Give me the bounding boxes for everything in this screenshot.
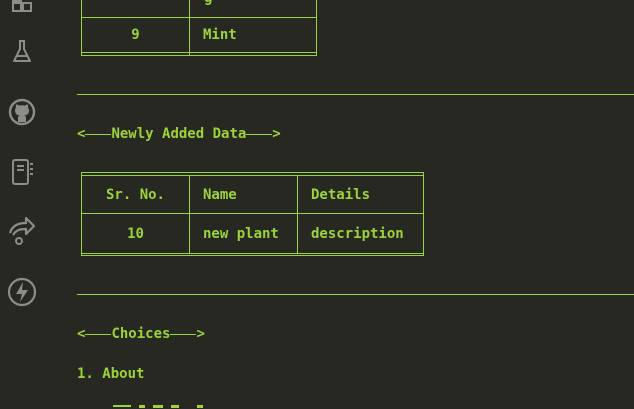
cut-off-line xyxy=(77,404,227,409)
activity-bar: 1 xyxy=(0,0,44,409)
table-cell: g xyxy=(204,0,212,7)
arrow-left: < xyxy=(77,126,86,142)
notebook-icon[interactable] xyxy=(6,156,38,188)
share-icon[interactable] xyxy=(6,214,38,246)
choice-item-about: 1. About xyxy=(77,366,145,382)
newly-added-heading: < Newly Added Data > xyxy=(77,124,281,144)
table-cell-sr: 9 xyxy=(131,27,140,43)
horizontal-rule xyxy=(77,294,634,295)
horizontal-rule xyxy=(77,94,634,95)
arrow-right: > xyxy=(272,126,281,142)
arrow-right: > xyxy=(196,326,205,342)
flask-icon[interactable] xyxy=(6,36,38,68)
github-icon[interactable] xyxy=(6,96,38,128)
column-header-sr-no: Sr. No. xyxy=(105,186,165,203)
column-header-name: Name xyxy=(203,186,237,203)
lightning-icon[interactable] xyxy=(6,276,38,308)
choices-heading: < Choices > xyxy=(77,324,205,344)
column-header-details: Details xyxy=(311,186,371,203)
extensions-icon[interactable]: 1 xyxy=(6,0,38,18)
newly-added-table: Sr. No. Name Details 10 new plant descri… xyxy=(81,172,424,256)
table-cell-name: Mint xyxy=(203,27,237,43)
heading-text: Newly Added Data xyxy=(111,126,247,142)
arrow-left: < xyxy=(77,326,86,342)
previous-data-table: g 9 Mint xyxy=(81,0,317,56)
table-cell-details: description xyxy=(311,225,404,242)
markdown-preview: g 9 Mint < Newly Added Data > Sr. No. Name… xyxy=(44,0,634,409)
heading-text: Choices xyxy=(111,326,171,342)
table-cell-sr: 10 xyxy=(127,225,144,242)
table-cell-name: new plant xyxy=(203,225,279,242)
